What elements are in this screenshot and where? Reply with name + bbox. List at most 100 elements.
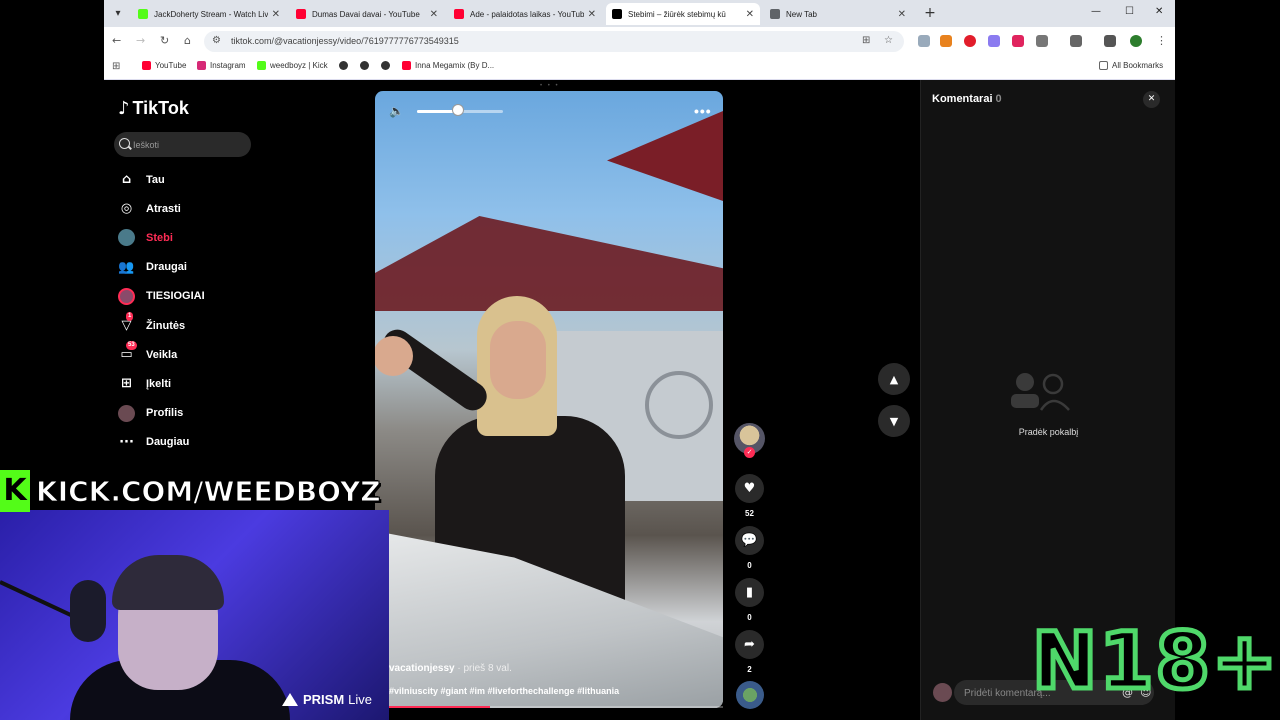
home-icon[interactable]: ⌂ bbox=[184, 34, 191, 47]
sidebar-item-žinutės[interactable]: ▽ 1 Žinutės bbox=[118, 312, 186, 334]
browser-tab[interactable]: New Tab ✕ bbox=[764, 3, 912, 25]
follow-plus-icon[interactable]: ✓ bbox=[744, 447, 755, 458]
tab-close-icon[interactable]: ✕ bbox=[430, 9, 438, 20]
maximize-icon[interactable]: ☐ bbox=[1125, 6, 1134, 17]
creator-avatar[interactable]: ✓ bbox=[734, 423, 765, 458]
minimize-icon[interactable]: — bbox=[1091, 6, 1101, 17]
volume-icon[interactable]: 🔈 bbox=[389, 104, 404, 118]
tab-close-icon[interactable]: ✕ bbox=[746, 9, 754, 20]
save-button[interactable]: ▮ bbox=[735, 578, 764, 607]
bookmark-item[interactable] bbox=[360, 61, 373, 70]
compass-icon: ◎ bbox=[120, 201, 133, 217]
previous-video-button[interactable]: ▲ bbox=[878, 363, 910, 395]
all-bookmarks-label: All Bookmarks bbox=[1112, 61, 1164, 70]
apps-grid-icon[interactable]: ⊞ bbox=[112, 61, 120, 72]
profile-avatar[interactable] bbox=[1130, 35, 1142, 47]
next-video-button[interactable]: ▼ bbox=[878, 405, 910, 437]
share-button[interactable]: ➦ bbox=[735, 630, 764, 659]
close-window-icon[interactable]: ✕ bbox=[1155, 6, 1163, 17]
sidebar-item-tiesiogiai[interactable]: TIESIOGIAI bbox=[118, 287, 205, 305]
new-tab-button[interactable]: + bbox=[922, 5, 938, 21]
inbox-icon: ▭ 53 bbox=[120, 341, 137, 363]
kick-url-text: KICK.COM/WEEDBOYZ bbox=[36, 474, 382, 508]
site-info-icon[interactable]: ⚙ bbox=[212, 35, 221, 46]
video-author[interactable]: vacationjessy · prieš 8 val. bbox=[389, 663, 512, 674]
tab-favicon-icon bbox=[296, 9, 306, 19]
all-bookmarks-folder[interactable]: All Bookmarks bbox=[1099, 61, 1163, 70]
reload-icon[interactable]: ↻ bbox=[160, 34, 169, 47]
tab-title: Ade - palaidotas laikas - YouTub bbox=[470, 9, 584, 19]
menu-kebab-icon[interactable]: ⋮ bbox=[1156, 34, 1167, 47]
tiktok-wordmark: TikTok bbox=[132, 98, 189, 118]
sidebar-item-label: Draugai bbox=[146, 261, 187, 274]
like-button[interactable]: ♥ bbox=[735, 474, 764, 503]
url-text[interactable]: tiktok.com/@vacationjessy/video/76197777… bbox=[231, 36, 459, 46]
drag-handle[interactable]: • • • bbox=[540, 83, 560, 89]
browser-tab[interactable]: JackDoherty Stream - Watch Liv ✕ bbox=[132, 3, 286, 25]
video-hashtags[interactable]: #vilniuscity #giant #im #liveforthechall… bbox=[389, 686, 619, 696]
bookmark-item[interactable]: Instagram bbox=[197, 61, 246, 70]
search-input[interactable] bbox=[133, 138, 243, 152]
opera-icon[interactable] bbox=[964, 35, 976, 47]
bookmark-star-icon[interactable]: ☆ bbox=[884, 35, 893, 46]
shield-icon[interactable] bbox=[1012, 35, 1024, 47]
kick-banner: K KICK.COM/WEEDBOYZ bbox=[0, 470, 381, 512]
bookmark-favicon-icon bbox=[339, 61, 348, 70]
streamer-hair bbox=[112, 555, 224, 610]
bookmark-item[interactable]: weedboyz | Kick bbox=[257, 61, 328, 70]
bookmark-item[interactable]: Inna Megamix (By D... bbox=[402, 61, 494, 70]
forward-icon[interactable]: → bbox=[136, 34, 145, 47]
tab-search-chevron-icon[interactable]: ▾ bbox=[110, 6, 126, 22]
comment-button[interactable]: 💬 bbox=[735, 526, 764, 555]
address-bar[interactable]: ⚙ tiktok.com/@vacationjessy/video/761977… bbox=[204, 31, 904, 52]
tab-close-icon[interactable]: ✕ bbox=[272, 9, 280, 20]
browser-window: ▾ JackDoherty Stream - Watch Liv ✕ Dumas D… bbox=[104, 0, 1175, 80]
comments-title-label: Komentarai bbox=[932, 93, 993, 105]
prism-live-watermark: PRISM Live bbox=[282, 692, 372, 707]
tab-title: New Tab bbox=[786, 9, 817, 19]
sidebar-item-veikla[interactable]: ▭ 53 Veikla bbox=[118, 341, 177, 363]
bookmark-item[interactable] bbox=[339, 61, 352, 70]
friends-icon: 👥 bbox=[118, 259, 135, 275]
browser-tab[interactable]: Stebimi – žiūrėk stebimų kū ✕ bbox=[606, 3, 760, 25]
bookmark-favicon-icon bbox=[142, 61, 151, 70]
sidebar-item-draugai[interactable]: 👥 Draugai bbox=[118, 259, 187, 276]
puzzle-icon[interactable] bbox=[1036, 35, 1048, 47]
back-icon[interactable]: ← bbox=[112, 34, 121, 47]
extension-icon[interactable] bbox=[918, 35, 930, 47]
tiktok-logo[interactable]: ♪ TikTok bbox=[118, 98, 189, 119]
sidebar-item-daugiau[interactable]: ··· Daugiau bbox=[118, 434, 189, 451]
sidebar-item-atrasti[interactable]: ◎ Atrasti bbox=[118, 200, 181, 217]
search-icon[interactable] bbox=[119, 138, 130, 149]
tab-close-icon[interactable]: ✕ bbox=[588, 9, 596, 20]
browser-tab[interactable]: Dumas Davai davai - YouTube ✕ bbox=[290, 3, 444, 25]
music-disc-icon[interactable] bbox=[736, 681, 764, 709]
comments-count: 0 bbox=[995, 93, 1002, 105]
video-more-options[interactable]: ••• bbox=[694, 103, 712, 119]
search-box[interactable] bbox=[114, 132, 251, 157]
extension-icon[interactable] bbox=[988, 35, 1000, 47]
close-comments-button[interactable]: ✕ bbox=[1143, 91, 1160, 108]
video-progress-bar[interactable] bbox=[375, 706, 723, 708]
sidebar-item-label: Profilis bbox=[146, 407, 184, 420]
sidebar-item-profilis[interactable]: Profilis bbox=[118, 404, 184, 422]
browser-tab[interactable]: Ade - palaidotas laikas - YouTub ✕ bbox=[448, 3, 602, 25]
sidebar-item-stebi[interactable]: Stebi bbox=[118, 229, 173, 247]
video-player[interactable] bbox=[375, 91, 723, 708]
tab-title: Stebimi – žiūrėk stebimų kū bbox=[628, 9, 726, 19]
metamask-icon[interactable] bbox=[940, 35, 952, 47]
send-icon: ▽ 1 bbox=[121, 312, 134, 333]
install-app-icon[interactable]: ⊞ bbox=[862, 35, 870, 46]
bookmark-item[interactable]: YouTube bbox=[142, 61, 186, 70]
media-control-icon[interactable] bbox=[1104, 35, 1116, 47]
profile-avatar-icon bbox=[118, 404, 135, 422]
sidebar-item-įkelti[interactable]: ⊞ Įkelti bbox=[118, 375, 171, 392]
browser-toolbar: ← → ↻ ⌂ ⚙ tiktok.com/@vacationjessy/vide… bbox=[104, 27, 1175, 56]
author-handle[interactable]: vacationjessy bbox=[389, 663, 455, 674]
sidebar-item-label: Žinutės bbox=[146, 319, 186, 332]
side-panel-icon[interactable] bbox=[1070, 35, 1082, 47]
sidebar-item-label: TIESIOGIAI bbox=[146, 290, 205, 303]
sidebar-item-tau[interactable]: ⌂ Tau bbox=[118, 171, 165, 188]
bookmark-item[interactable] bbox=[381, 61, 394, 70]
tab-close-icon[interactable]: ✕ bbox=[898, 9, 906, 20]
